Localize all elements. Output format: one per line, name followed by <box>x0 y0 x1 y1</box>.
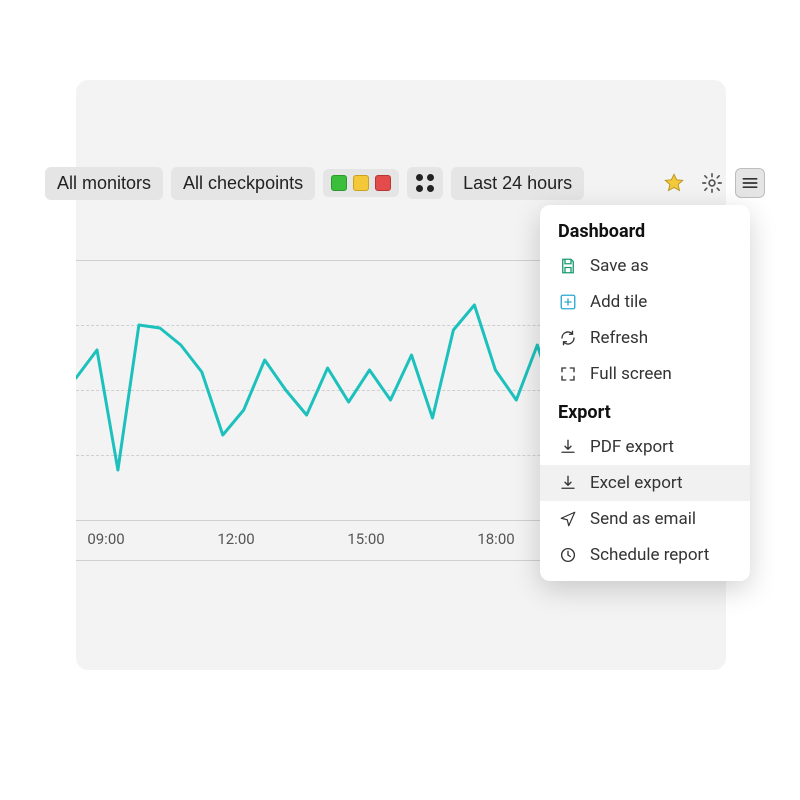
toolbar: All monitors All checkpoints Last 24 hou… <box>45 164 765 202</box>
menu-item-label: Schedule report <box>590 545 709 565</box>
status-yellow-icon <box>353 175 369 191</box>
menu-item-add-tile[interactable]: Add tile <box>540 284 750 320</box>
fullscreen-icon <box>558 364 578 384</box>
checkpoints-filter-label: All checkpoints <box>183 173 303 194</box>
menu-item-save-as[interactable]: Save as <box>540 248 750 284</box>
menu-item-schedule-report[interactable]: Schedule report <box>540 537 750 573</box>
star-icon <box>663 172 685 194</box>
menu-item-full-screen[interactable]: Full screen <box>540 356 750 392</box>
status-red-icon <box>375 175 391 191</box>
menu-item-refresh[interactable]: Refresh <box>540 320 750 356</box>
monitors-filter-label: All monitors <box>57 173 151 194</box>
refresh-icon <box>558 328 578 348</box>
menu-dashboard-header: Dashboard <box>540 221 750 248</box>
menu-item-send-email[interactable]: Send as email <box>540 501 750 537</box>
send-icon <box>558 509 578 529</box>
x-tick-label: 18:00 <box>477 530 514 548</box>
menu-item-label: Full screen <box>590 364 672 384</box>
gear-icon <box>701 172 723 194</box>
download-icon <box>558 437 578 457</box>
grid-dots-icon <box>415 173 435 193</box>
save-icon <box>558 256 578 276</box>
menu-item-label: Send as email <box>590 509 696 529</box>
menu-export-header: Export <box>540 402 750 429</box>
dashboard-menu: Dashboard Save as Add tile Refresh Full … <box>540 205 750 581</box>
grid-view-button[interactable] <box>407 167 443 199</box>
menu-item-pdf-export[interactable]: PDF export <box>540 429 750 465</box>
menu-item-label: Excel export <box>590 473 683 493</box>
menu-button[interactable] <box>735 168 765 198</box>
clock-icon <box>558 545 578 565</box>
x-tick-label: 09:00 <box>87 530 124 548</box>
x-tick-label: 12:00 <box>217 530 254 548</box>
download-icon <box>558 473 578 493</box>
status-green-icon <box>331 175 347 191</box>
menu-item-label: Save as <box>590 256 649 276</box>
favorite-button[interactable] <box>659 168 689 198</box>
monitors-filter-button[interactable]: All monitors <box>45 167 163 200</box>
checkpoints-filter-button[interactable]: All checkpoints <box>171 167 315 200</box>
status-filter-button[interactable] <box>323 169 399 197</box>
menu-item-excel-export[interactable]: Excel export <box>540 465 750 501</box>
plus-square-icon <box>558 292 578 312</box>
time-range-label: Last 24 hours <box>463 173 572 194</box>
settings-button[interactable] <box>697 168 727 198</box>
time-range-button[interactable]: Last 24 hours <box>451 167 584 200</box>
hamburger-icon <box>740 173 760 193</box>
menu-item-label: Refresh <box>590 328 648 348</box>
menu-item-label: Add tile <box>590 292 647 312</box>
menu-item-label: PDF export <box>590 437 674 457</box>
x-tick-label: 15:00 <box>347 530 384 548</box>
